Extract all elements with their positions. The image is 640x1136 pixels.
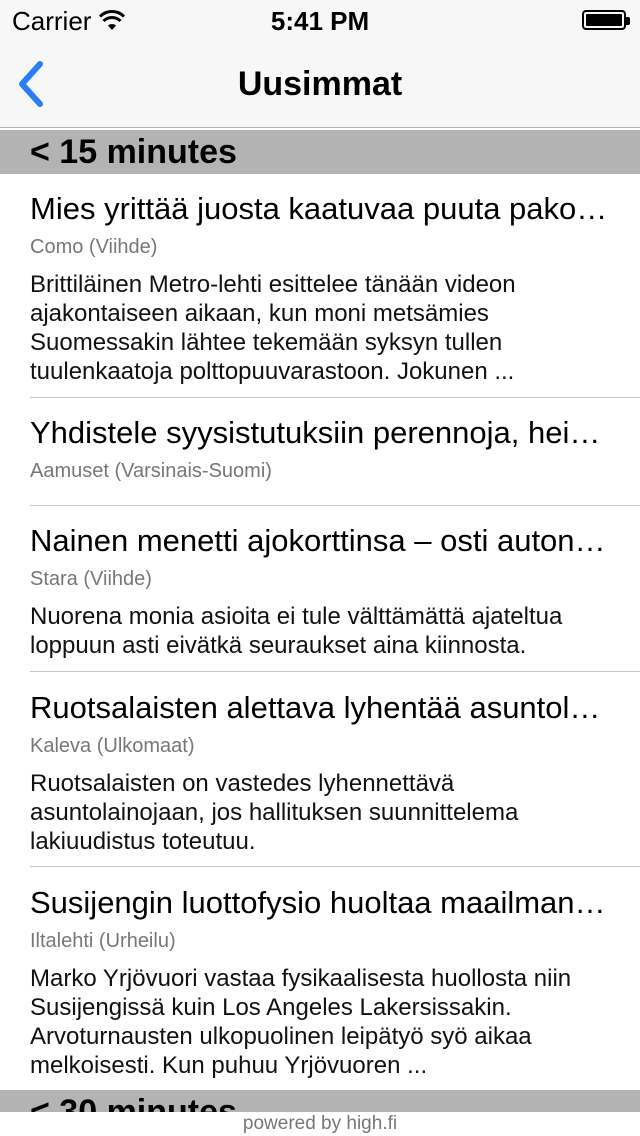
article-summary: Marko Yrjövuori vastaa fysikaalisesta hu… [30, 965, 572, 1079]
battery-fill [586, 14, 622, 26]
battery-icon [582, 10, 630, 30]
list-item[interactable]: Susijengin luottofysio huoltaa maailman…… [0, 884, 640, 1080]
powered-by-footer: powered by high.fi [0, 1112, 640, 1136]
status-time: 5:41 PM [270, 6, 370, 36]
battery-nub [626, 17, 630, 25]
navigation-bar: Uusimmat [0, 40, 640, 128]
list-item[interactable]: Mies yrittää juosta kaatuvaa puuta pako…… [0, 190, 640, 386]
article-source: Aamuset (Varsinais-Suomi) [30, 460, 272, 482]
article-title: Mies yrittää juosta kaatuvaa puuta pako… [30, 191, 608, 226]
article-summary: Brittiläinen Metro-lehti esittelee tänää… [30, 271, 516, 385]
list-item[interactable]: Nainen menetti ajokorttinsa – osti auton… [0, 522, 640, 660]
article-source: Como (Viihde) [30, 236, 158, 258]
row-separator [30, 671, 640, 672]
status-bar: Carrier 5:41 PM [0, 0, 640, 40]
page-title: Uusimmat [237, 65, 403, 103]
list-item[interactable]: Ruotsalaisten alettava lyhentää asuntol…… [0, 689, 640, 856]
row-separator [30, 866, 640, 867]
row-separator [30, 505, 640, 506]
article-source: Iltalehti (Urheilu) [30, 930, 176, 952]
article-summary: Ruotsalaisten on vastedes lyhennettävä a… [30, 770, 519, 855]
list-item[interactable]: Yhdistele syysistutuksiin perennoja, hei… [0, 414, 640, 484]
article-title: Nainen menetti ajokorttinsa – osti auton… [30, 523, 606, 558]
article-title: Susijengin luottofysio huoltaa maailman… [30, 885, 606, 920]
article-title: Yhdistele syysistutuksiin perennoja, hei… [30, 415, 601, 450]
article-source: Stara (Viihde) [30, 568, 152, 590]
article-summary: Nuorena monia asioita ei tule välttämätt… [30, 603, 563, 659]
article-title: Ruotsalaisten alettava lyhentää asuntol… [30, 690, 601, 725]
section-header-15-minutes: < 15 minutes [0, 130, 640, 174]
row-separator [30, 397, 640, 398]
article-source: Kaleva (Ulkomaat) [30, 735, 195, 757]
